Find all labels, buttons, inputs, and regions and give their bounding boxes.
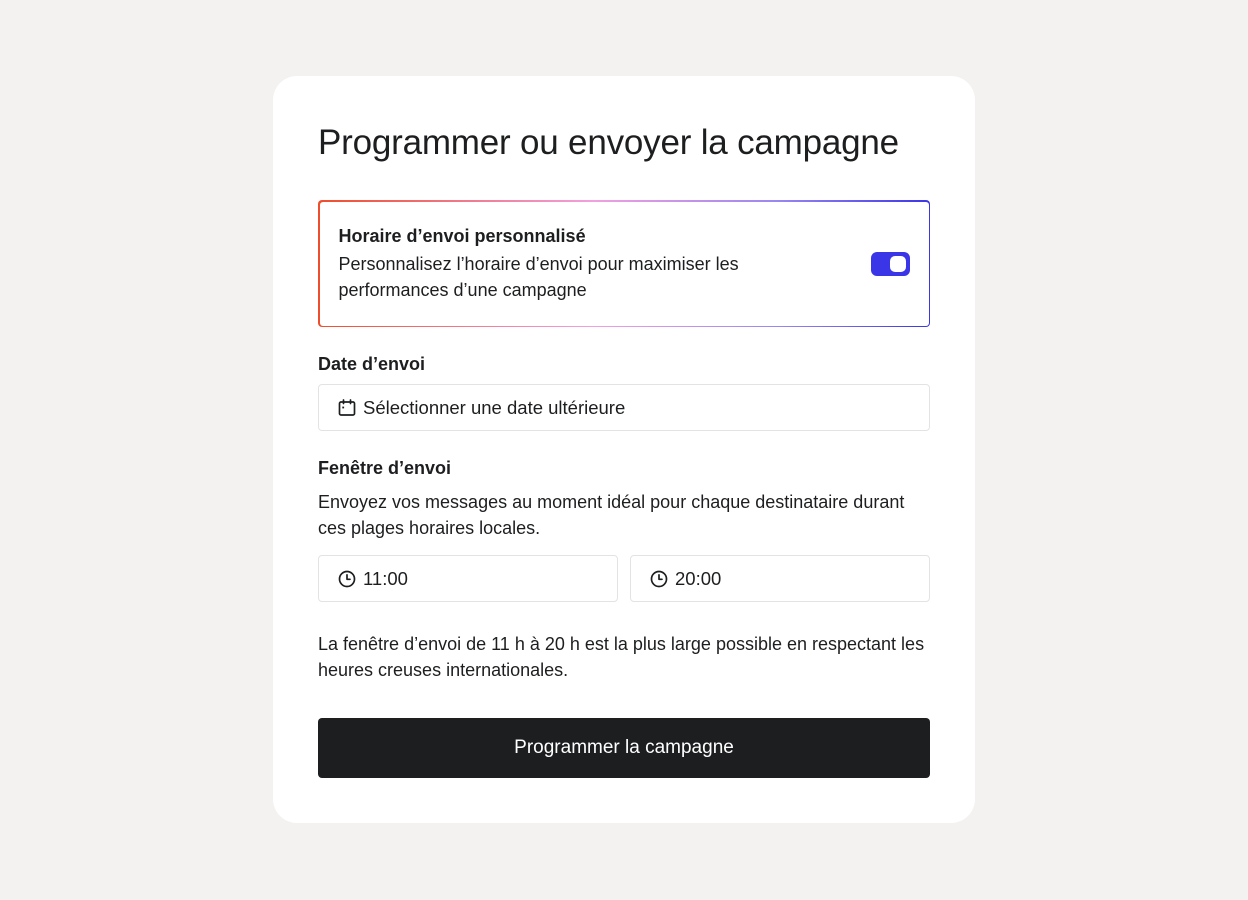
send-window-label: Fenêtre d’envoi bbox=[318, 458, 452, 478]
page-title: Programmer ou envoyer la campagne bbox=[318, 123, 899, 162]
custom-schedule-panel: Horaire d’envoi personnalisé Personnalis… bbox=[318, 200, 930, 327]
custom-schedule-description: Personnalisez l’horaire d’envoi pour max… bbox=[338, 253, 739, 300]
clock-icon bbox=[649, 569, 669, 589]
start-time-value: 11:00 bbox=[363, 567, 408, 589]
custom-schedule-toggle[interactable] bbox=[870, 251, 910, 276]
end-time-value: 20:00 bbox=[675, 567, 722, 589]
send-window-note: La fenêtre d’envoi de 11 h à 20 h est la… bbox=[318, 634, 925, 680]
end-time-input[interactable]: 20:00 bbox=[630, 555, 930, 602]
custom-schedule-title: Horaire d’envoi personnalisé bbox=[338, 225, 586, 246]
send-date-input[interactable]: Sélectionner une date ultérieure bbox=[318, 384, 930, 431]
clock-icon bbox=[337, 569, 357, 589]
send-date-placeholder: Sélectionner une date ultérieure bbox=[363, 396, 626, 418]
send-window-description: Envoyez vos messages au moment idéal pou… bbox=[318, 492, 905, 538]
schedule-campaign-card: Programmer ou envoyer la campagne Horair… bbox=[273, 76, 975, 823]
schedule-campaign-button[interactable]: Programmer la campagne bbox=[318, 718, 930, 778]
calendar-icon bbox=[337, 398, 357, 418]
toggle-knob bbox=[889, 255, 906, 272]
start-time-input[interactable]: 11:00 bbox=[318, 555, 618, 602]
send-date-label: Date d’envoi bbox=[318, 354, 426, 374]
custom-schedule-panel-inner: Horaire d’envoi personnalisé Personnalis… bbox=[319, 201, 929, 326]
